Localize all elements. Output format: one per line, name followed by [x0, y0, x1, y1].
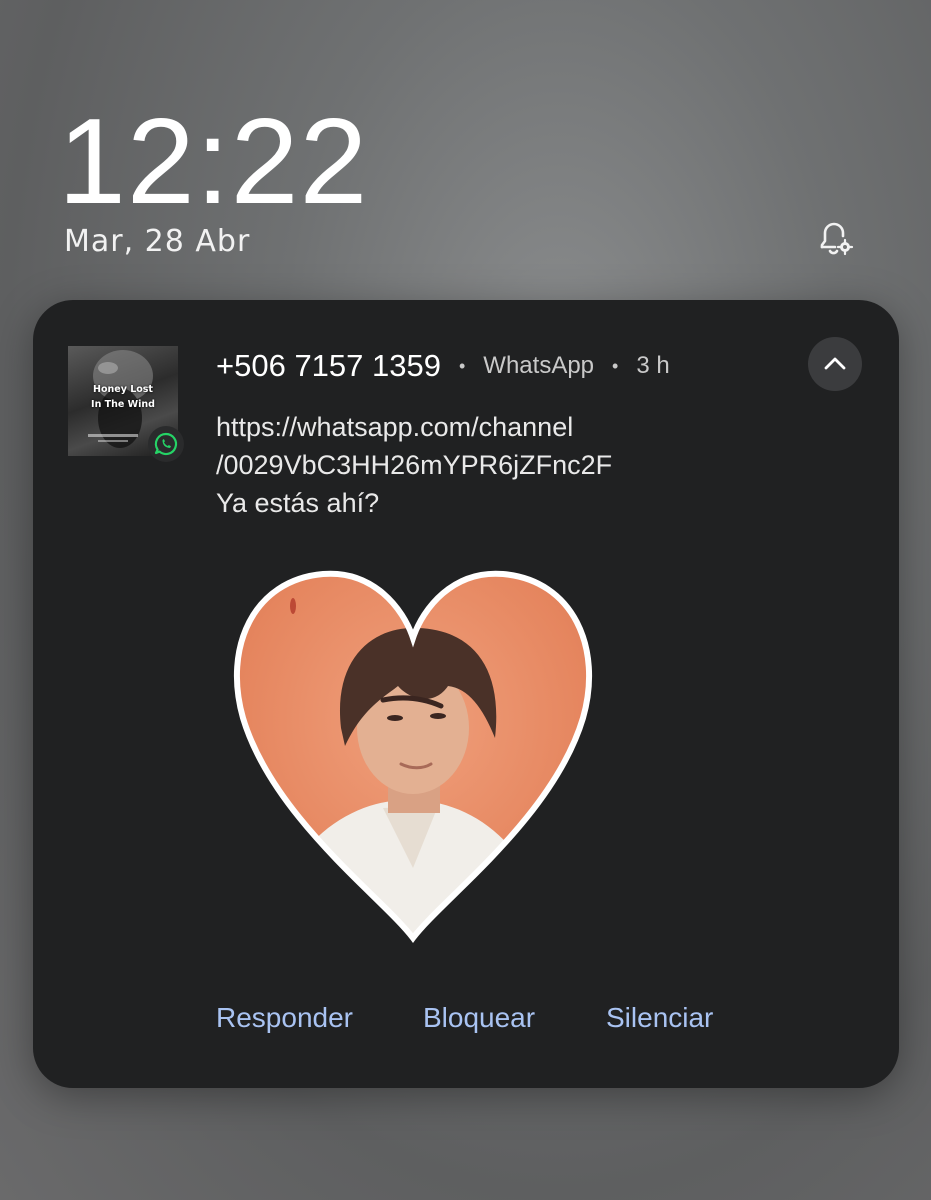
separator-dot: •	[612, 355, 619, 376]
message-line: https://whatsapp.com/channel	[216, 412, 574, 442]
lockscreen-date: Mar, 28 Abr	[64, 224, 251, 259]
avatar-title-line1: Honey Lost	[93, 384, 153, 395]
whatsapp-notification-card[interactable]: Honey Lost In The Wind +506 7157 1359 • …	[33, 300, 899, 1088]
notification-header: +506 7157 1359 • WhatsApp • 3 h	[216, 348, 670, 384]
separator-dot: •	[458, 355, 466, 376]
app-name: WhatsApp	[483, 352, 595, 379]
block-button[interactable]: Bloquear	[423, 1002, 535, 1034]
chevron-up-icon	[824, 357, 846, 370]
reply-button[interactable]: Responder	[216, 1002, 353, 1034]
avatar-title-line2: In The Wind	[91, 399, 155, 410]
whatsapp-badge	[148, 426, 184, 462]
notification-actions: Responder Bloquear Silenciar	[33, 1002, 899, 1042]
notification-time: 3 h	[636, 352, 670, 379]
whatsapp-icon	[154, 432, 178, 456]
avatar-caption: Honey Lost In The Wind	[68, 382, 178, 412]
message-line: /0029VbC3HH26mYPR6jZFnc2F	[216, 450, 613, 480]
mute-button[interactable]: Silenciar	[606, 1002, 713, 1034]
sender-avatar: Honey Lost In The Wind	[68, 346, 184, 462]
collapse-button[interactable]	[808, 337, 862, 391]
message-line: Ya estás ahí?	[216, 488, 380, 518]
heart-photo-sticker	[233, 568, 593, 946]
lockscreen-clock: 12:22	[58, 93, 369, 229]
message-body[interactable]: https://whatsapp.com/channel /0029VbC3HH…	[216, 408, 836, 522]
sender-name: +506 7157 1359	[216, 348, 441, 383]
lockscreen-header: 12:22 Mar, 28 Abr	[0, 0, 931, 300]
bell-gear-icon[interactable]	[810, 214, 858, 262]
